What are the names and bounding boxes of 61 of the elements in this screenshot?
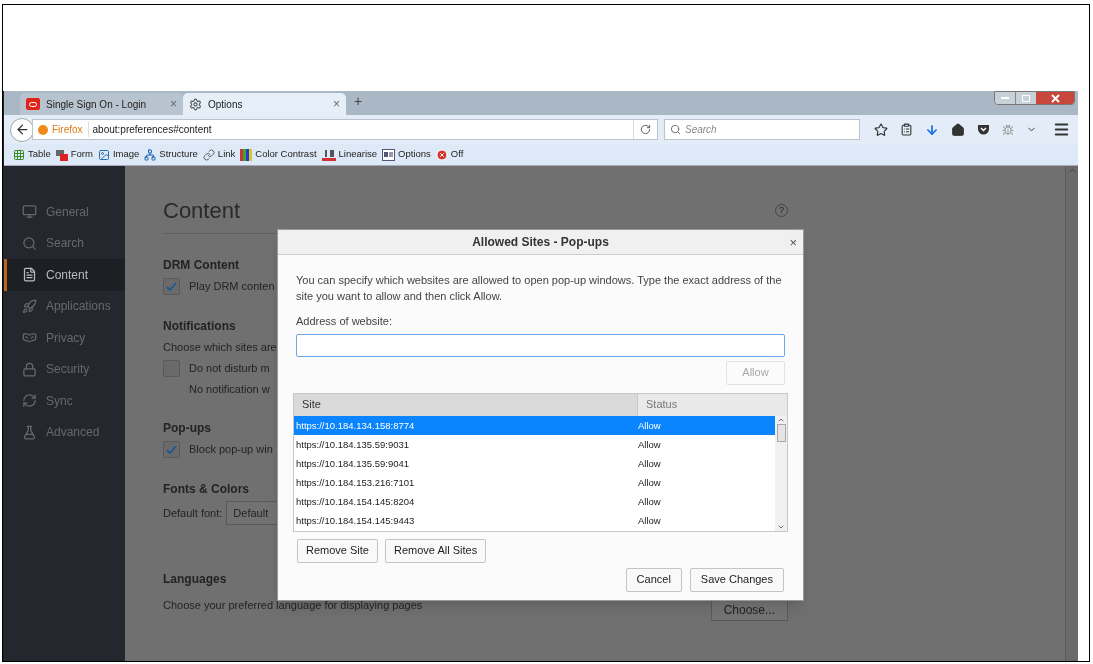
toolbar-item[interactable]: Link <box>217 147 236 162</box>
url-bar[interactable]: Firefox about:preferences#content <box>32 119 658 140</box>
toolbar-item[interactable]: Off <box>450 147 464 162</box>
checkbox-label: Block pop-up win <box>189 442 273 458</box>
toolbar-item[interactable]: Linearise <box>338 147 378 162</box>
search-field[interactable]: Search <box>664 119 860 140</box>
cancel-button[interactable]: Cancel <box>625 567 682 592</box>
section-text: Choose your preferred language for displaying pages <box>163 597 423 613</box>
site-cell-text: https://10.184.154.145:9443 <box>295 513 416 528</box>
status-cell-text: Allow <box>638 418 661 433</box>
status-cell-text: Allow <box>638 494 661 509</box>
section-text: Choose which sites are <box>163 340 277 355</box>
section-heading: DRM Content <box>163 257 239 274</box>
site-cell-text: https://10.184.134.158:8774 <box>295 418 416 433</box>
table-row[interactable]: https://10.184.153.216:7101 Allow <box>294 472 775 492</box>
table-row[interactable]: https://10.184.154.145:8204 Allow <box>294 491 775 511</box>
dialog-close-button[interactable]: × <box>789 233 797 253</box>
site-cell-text: https://10.184.135.59:9031 <box>295 437 411 452</box>
toolbar-item[interactable]: Form <box>70 147 93 162</box>
status-cell-text: Allow <box>638 437 661 452</box>
site-cell-text: https://10.184.153.216:7101 <box>295 475 416 490</box>
new-tab-button[interactable]: + <box>354 91 363 112</box>
toolbar-item[interactable]: Table <box>28 147 51 162</box>
field-label: Default font: <box>163 505 223 521</box>
site-cell-text: https://10.184.135.59:9041 <box>295 456 411 471</box>
tab-title: Options <box>208 97 244 112</box>
status-cell-text: Allow <box>638 456 661 471</box>
save-button[interactable]: Save Changes <box>689 567 784 592</box>
section-heading: Notifications <box>163 318 236 335</box>
tab-close-button[interactable]: × <box>333 95 340 113</box>
identity-label: Firefox <box>52 122 89 137</box>
browser-tab[interactable]: Options × <box>183 93 346 115</box>
url-text: about:preferences#content <box>92 123 213 137</box>
site-cell-text: https://10.184.154.145:8204 <box>295 494 416 509</box>
dialog-description: You can specify which websites are allowed to open pop-up windows. Type the exact address of the site you want to allow and then click Allow. <box>296 273 783 304</box>
table-row[interactable]: https://10.184.135.59:9041 Allow <box>294 453 775 473</box>
tab-title: Single Sign On - Login <box>46 97 148 112</box>
section-heading: Languages <box>163 571 227 588</box>
search-placeholder: Search <box>685 123 717 137</box>
remove-button[interactable]: Remove All Sites <box>385 538 487 563</box>
toolbar-item[interactable]: Image <box>112 147 140 162</box>
column-header[interactable]: Site <box>294 393 638 416</box>
toolbar-item[interactable]: Color Contrast <box>255 147 317 162</box>
remove-button[interactable]: Remove Site <box>297 538 378 563</box>
checkbox-label: Play DRM conten <box>189 279 275 295</box>
status-cell-text: Allow <box>638 513 661 528</box>
section-heading: Fonts & Colors <box>163 481 249 498</box>
toolbar-item[interactable]: Options <box>398 147 431 162</box>
table-row[interactable]: https://10.184.135.59:9031 Allow <box>294 434 775 454</box>
address-label: Address of website: <box>296 314 393 329</box>
sidebar-item[interactable]: Content <box>4 259 125 291</box>
status-cell-text: Allow <box>638 475 661 490</box>
dialog-title: Allowed Sites - Pop-ups <box>472 234 609 251</box>
page-title: Content <box>163 197 241 225</box>
table-row[interactable]: https://10.184.154.145:9443 Allow <box>294 510 775 530</box>
checkbox-label: Do not disturb m <box>189 360 270 376</box>
section-heading: Pop-ups <box>163 420 211 437</box>
column-header[interactable]: Status <box>638 393 787 416</box>
toolbar-item[interactable]: Structure <box>159 147 198 162</box>
note-text: No notification w <box>189 381 270 397</box>
browser-tab[interactable]: Single Sign On - Login × <box>20 93 183 115</box>
